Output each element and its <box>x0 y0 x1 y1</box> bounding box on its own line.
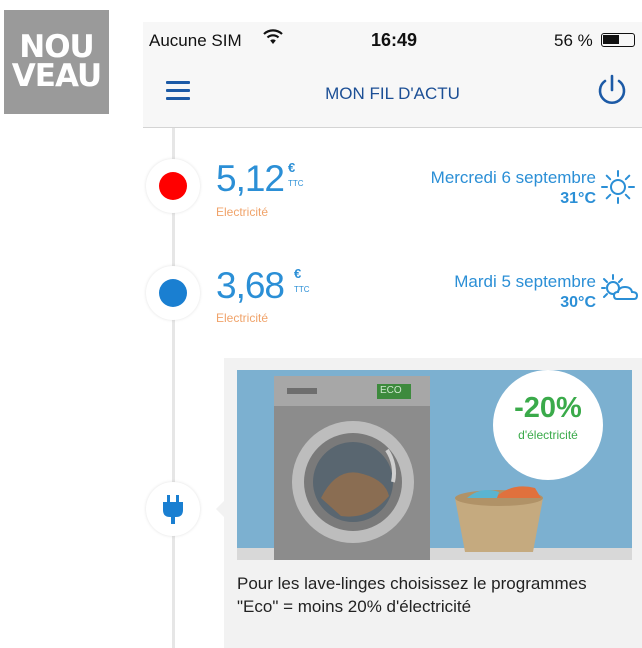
timeline-node-blue <box>146 266 200 320</box>
tip-text: Pour les lave-linges choisissez le progr… <box>237 574 587 616</box>
sun-icon <box>599 168 637 211</box>
eco-label: ECO <box>380 385 402 396</box>
power-icon[interactable] <box>595 73 629 112</box>
nav-bar: MON FIL D'ACTU <box>143 60 642 128</box>
blue-tariff-dot <box>159 279 187 307</box>
currency-symbol: € <box>294 266 302 281</box>
price-value: 3,68 <box>216 265 285 306</box>
wifi-icon <box>263 29 283 50</box>
feed-temperature: 31°C <box>560 190 596 207</box>
red-tariff-dot <box>159 172 187 200</box>
energy-label: Electricité <box>216 205 269 219</box>
tax-label: TTC <box>294 285 310 294</box>
status-bar: Aucune SIM 16:49 56 % <box>143 22 642 60</box>
promo-percent: -20% <box>514 392 582 424</box>
battery-fill <box>603 35 619 44</box>
promo-label: d'électricité <box>518 428 578 442</box>
washing-machine-illustration: ECO -20% d'électricité <box>237 370 632 560</box>
tip-card[interactable]: ECO -20% d'électricité Pour les lave-lin… <box>224 358 642 648</box>
badge-line-2: VEAU <box>11 58 102 94</box>
carrier-label: Aucune SIM <box>149 31 242 50</box>
price-value: 5,12 <box>216 158 285 199</box>
battery-icon <box>601 33 635 47</box>
sun-cloud-icon <box>599 272 639 313</box>
new-badge: NOU VEAU <box>4 10 109 114</box>
feed-temperature: 30°C <box>560 294 596 311</box>
tax-label: TTC <box>288 179 304 188</box>
page-title: MON FIL D'ACTU <box>325 84 460 103</box>
feed-date: Mardi 5 septembre <box>454 272 596 291</box>
battery-percentage: 56 % <box>554 31 593 50</box>
feed-date: Mercredi 6 septembre <box>430 168 596 187</box>
energy-label: Electricité <box>216 311 269 325</box>
plug-icon <box>161 495 185 530</box>
timeline-node-tip <box>146 482 200 536</box>
promo-circle: -20% d'électricité <box>493 370 603 480</box>
currency-symbol: € <box>288 160 296 175</box>
clock: 16:49 <box>371 30 418 50</box>
timeline-node-red <box>146 159 200 213</box>
phone-screen: Aucune SIM 16:49 56 % MON FIL D'ACTU 5,1… <box>143 22 642 648</box>
